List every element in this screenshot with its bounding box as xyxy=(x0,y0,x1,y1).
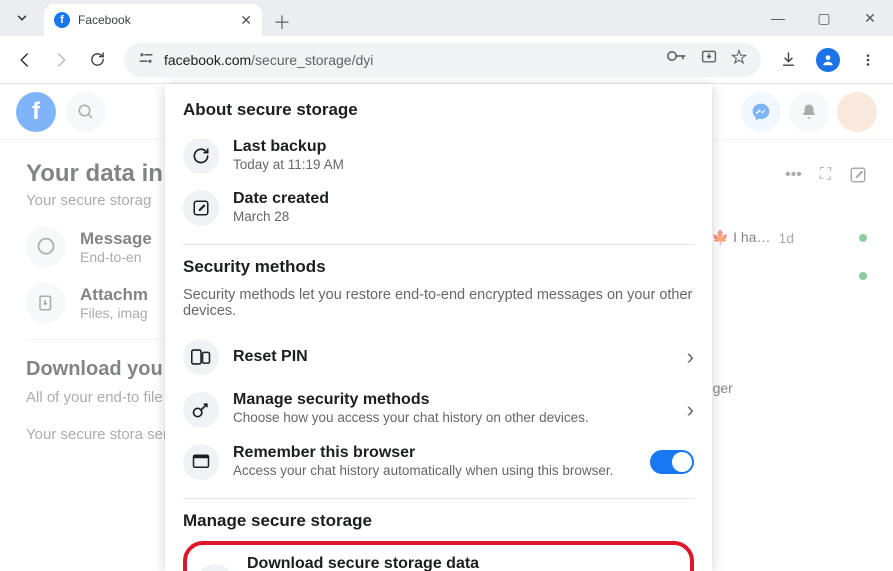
reload-button[interactable] xyxy=(80,43,114,77)
chevron-right-icon: › xyxy=(687,397,694,423)
site-settings-icon[interactable] xyxy=(138,51,154,68)
messages-icon xyxy=(26,227,66,267)
contact-row: ed xyxy=(697,324,867,340)
expand-icon: ⛶ xyxy=(820,166,831,189)
contact-row: enger xyxy=(697,380,867,396)
forward-button[interactable] xyxy=(44,43,78,77)
messenger-icon xyxy=(741,92,781,132)
new-tab-button[interactable]: ＋ xyxy=(268,8,296,36)
browser-icon xyxy=(183,444,219,480)
edit-icon xyxy=(183,190,219,226)
devices-icon xyxy=(183,339,219,375)
attachments-icon xyxy=(26,283,66,323)
security-section-desc: Security methods let you restore end-to-… xyxy=(183,287,694,319)
close-window-button[interactable]: ✕ xyxy=(847,0,893,36)
manage-storage-title: Manage secure storage xyxy=(183,511,694,531)
window-controls: — ▢ ✕ xyxy=(755,0,893,36)
bookmark-icon[interactable] xyxy=(731,49,747,70)
downloads-button[interactable] xyxy=(771,43,805,77)
manage-security-button[interactable]: Manage security methods Choose how you a… xyxy=(183,383,694,435)
contact-row: op xyxy=(697,268,867,284)
browser-toolbar: facebook.com/secure_storage/dyi xyxy=(0,36,893,84)
more-icon: ••• xyxy=(785,166,802,189)
avatar xyxy=(837,92,877,132)
last-backup-row: Last backup Today at 11:19 AM xyxy=(183,130,694,182)
about-section-title: About secure storage xyxy=(183,100,694,120)
browser-tab[interactable]: f Facebook ✕ xyxy=(44,4,262,36)
compose-icon xyxy=(849,166,867,189)
install-app-icon[interactable] xyxy=(701,49,717,70)
security-section-title: Security methods xyxy=(183,257,694,277)
key-icon xyxy=(183,392,219,428)
search-icon xyxy=(66,92,106,132)
address-bar[interactable]: facebook.com/secure_storage/dyi xyxy=(124,43,761,77)
maximize-button[interactable]: ▢ xyxy=(801,0,847,36)
download-icon xyxy=(197,564,233,571)
chevron-right-icon: › xyxy=(687,344,694,370)
secure-storage-panel: About secure storage Last backup Today a… xyxy=(165,84,712,571)
highlight-annotation: Download secure storage data Download al… xyxy=(183,541,694,571)
facebook-logo: f xyxy=(16,92,56,132)
url-text: facebook.com/secure_storage/dyi xyxy=(164,52,373,68)
notifications-icon xyxy=(789,92,829,132)
date-created-row: Date created March 28 xyxy=(183,182,694,234)
facebook-favicon: f xyxy=(54,12,70,28)
download-storage-button[interactable]: Download secure storage data Download al… xyxy=(197,553,680,571)
back-button[interactable] xyxy=(8,43,42,77)
remember-browser-toggle[interactable] xyxy=(650,450,694,474)
profile-button[interactable] xyxy=(811,43,845,77)
browser-titlebar: f Facebook ✕ ＋ — ▢ ✕ xyxy=(0,0,893,36)
tab-search-dropdown[interactable] xyxy=(0,0,44,36)
browser-menu-button[interactable] xyxy=(851,43,885,77)
minimize-button[interactable]: — xyxy=(755,0,801,36)
reset-pin-button[interactable]: Reset PIN › xyxy=(183,331,694,383)
refresh-icon xyxy=(183,138,219,174)
tab-title: Facebook xyxy=(78,13,232,27)
password-key-icon[interactable] xyxy=(667,49,687,70)
close-icon[interactable]: ✕ xyxy=(240,12,252,29)
contact-row: ia 🍁 I ha…1d xyxy=(697,229,867,246)
remember-browser-row: Remember this browser Access your chat h… xyxy=(183,436,694,488)
